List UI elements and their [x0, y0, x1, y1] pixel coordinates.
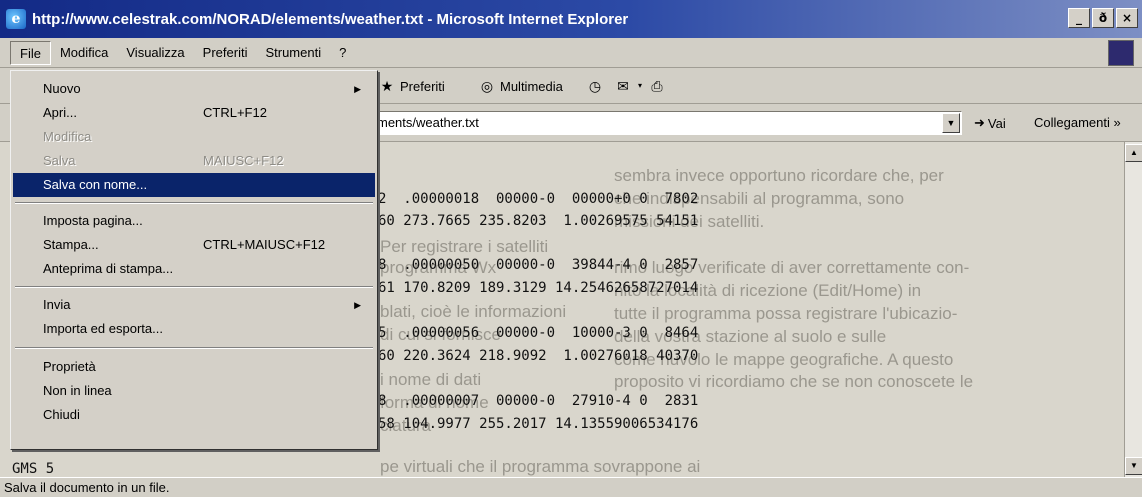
menu-item-label: Stampa... — [43, 237, 99, 252]
menu-visualizza[interactable]: Visualizza — [117, 41, 193, 65]
menu-help[interactable]: ? — [330, 41, 355, 65]
tle-line: 60 273.7665 235.8203 1.00269575 54151 — [378, 213, 699, 229]
scroll-up-button[interactable]: ▲ — [1125, 144, 1142, 162]
menu-item-label: Nuovo — [43, 81, 81, 96]
go-label: Vai — [987, 115, 1006, 131]
bleed-text-line: pe virtuali che il programma sovrappone … — [380, 457, 701, 476]
printer-icon: ⎙ — [651, 78, 663, 94]
submenu-arrow-icon: ▶ — [354, 300, 361, 310]
menu-item-stampa[interactable]: Stampa... CTRL+MAIUSC+F12 — [13, 233, 375, 257]
menu-item-salva-con-nome[interactable]: Salva con nome... — [13, 173, 375, 197]
menu-item-label: Non in linea — [43, 383, 112, 398]
tle-line: 61 170.8209 189.3129 14.25462658727014 — [378, 280, 699, 296]
bleed-text-line: i nome di dati — [380, 370, 482, 389]
menu-item-label: Modifica — [43, 129, 92, 144]
menu-item-shortcut: CTRL+MAIUSC+F12 — [203, 237, 326, 252]
bleed-text-line: tutte il programma possa registrare l'ub… — [614, 304, 958, 323]
bleed-text-line: Per registrare i satelliti — [380, 237, 549, 256]
menu-item-label: Apri... — [43, 105, 77, 120]
menu-item-label: Proprietà — [43, 359, 96, 374]
history-icon: ◷ — [588, 78, 602, 94]
menu-separator — [15, 347, 373, 349]
tle-line: 8 .00000007 00000-0 27910-4 0 2831 — [378, 393, 699, 409]
menu-bar: File Modifica Visualizza Preferiti Strum… — [0, 38, 1142, 68]
menu-item-apri[interactable]: Apri... CTRL+F12 — [13, 101, 375, 125]
favorites-label: Preferiti — [400, 78, 445, 94]
menu-item-nuovo[interactable]: Nuovo ▶ — [13, 77, 375, 101]
tle-line: 5 .00000056 00000-0 10000-3 0 8464 — [378, 325, 699, 341]
menu-item-label: Anteprima di stampa... — [43, 261, 174, 276]
multimedia-label: Multimedia — [500, 78, 563, 94]
window-controls: _ ð × — [1068, 8, 1138, 28]
star-icon: ★ — [380, 78, 394, 94]
menu-item-proprieta[interactable]: Proprietà — [13, 355, 375, 379]
menu-item-importa-ed-esporta[interactable]: Importa ed esporta... — [13, 317, 375, 341]
menu-item-shortcut: MAIUSC+F12 — [203, 153, 284, 168]
menu-file[interactable]: File — [10, 40, 51, 65]
multimedia-icon: ◎ — [480, 78, 494, 94]
chevron-down-icon: ▾ — [637, 81, 642, 90]
submenu-arrow-icon: ▶ — [354, 84, 361, 94]
ie-logo-icon: e — [6, 9, 26, 29]
go-button[interactable]: ➜ Vai — [974, 115, 1006, 131]
bleed-text-line: sembra invece opportuno ricordare che, p… — [614, 166, 944, 185]
menu-preferiti[interactable]: Preferiti — [194, 41, 257, 65]
maximize-button[interactable]: ð — [1092, 8, 1114, 28]
menu-item-label: Salva con nome... — [43, 177, 148, 192]
bleed-text-line: blati, cioè le informazioni — [380, 302, 567, 321]
windows-logo-icon — [1108, 40, 1134, 66]
tle-line: 2 .00000018 00000-0 00000+0 0 7802 — [378, 191, 699, 207]
menu-item-invia[interactable]: Invia ▶ — [13, 293, 375, 317]
tle-line: 8 .00000050 00000-0 39844-4 0 2857 — [378, 257, 699, 273]
menu-item-imposta-pagina[interactable]: Imposta pagina... — [13, 209, 375, 233]
title-bar: e http://www.celestrak.com/NORAD/element… — [0, 0, 1142, 38]
tle-line: 58 104.9977 255.2017 14.13559006534176 — [378, 416, 699, 432]
favorites-button[interactable]: ★ Preferiti — [378, 78, 445, 94]
menu-item-label: Chiudi — [43, 407, 80, 422]
print-button[interactable]: ⎙ — [648, 78, 666, 94]
mail-button[interactable]: ✉ ▾ — [614, 78, 644, 94]
status-bar: Salva il documento in un file. — [0, 477, 1142, 497]
menu-separator — [15, 202, 373, 204]
tle-line: 60 220.3624 218.9092 1.00276018 40370 — [378, 348, 699, 364]
scroll-down-button[interactable]: ▼ — [1125, 457, 1142, 475]
menu-item-label: Salva — [43, 153, 76, 168]
multimedia-button[interactable]: ◎ Multimedia — [478, 78, 563, 94]
go-arrow-icon: ➜ — [974, 115, 985, 130]
menu-item-label: Imposta pagina... — [43, 213, 143, 228]
minimize-button[interactable]: _ — [1068, 8, 1090, 28]
menu-item-chiudi[interactable]: Chiudi — [13, 403, 375, 427]
menu-strumenti[interactable]: Strumenti — [256, 41, 330, 65]
menu-item-label: Importa ed esporta... — [43, 321, 163, 336]
vertical-scrollbar[interactable]: ▲ ▼ — [1124, 142, 1142, 477]
window-title: http://www.celestrak.com/NORAD/elements/… — [32, 10, 629, 28]
satellite-name: GMS 5 — [12, 461, 55, 477]
menu-item-anteprima-di-stampa[interactable]: Anteprima di stampa... — [13, 257, 375, 281]
menu-item-label: Invia — [43, 297, 71, 312]
mail-icon: ✉ — [617, 78, 629, 94]
file-menu-dropdown: Nuovo ▶ Apri... CTRL+F12 Modifica Salva … — [10, 70, 378, 450]
address-input[interactable]: ments/weather.txt — [372, 111, 962, 135]
address-dropdown-button[interactable]: ▼ — [942, 113, 960, 133]
menu-item-shortcut: CTRL+F12 — [203, 105, 267, 120]
bleed-text-line: proposito vi ricordiamo che se non conos… — [614, 372, 974, 391]
close-button[interactable]: × — [1116, 8, 1138, 28]
menu-separator — [15, 286, 373, 288]
history-button[interactable]: ◷ — [586, 78, 604, 94]
menu-modifica[interactable]: Modifica — [51, 41, 117, 65]
menu-item-salva: Salva MAIUSC+F12 — [13, 149, 375, 173]
menu-item-modifica: Modifica — [13, 125, 375, 149]
links-button[interactable]: Collegamenti » — [1034, 115, 1121, 130]
menu-item-non-in-linea[interactable]: Non in linea — [13, 379, 375, 403]
